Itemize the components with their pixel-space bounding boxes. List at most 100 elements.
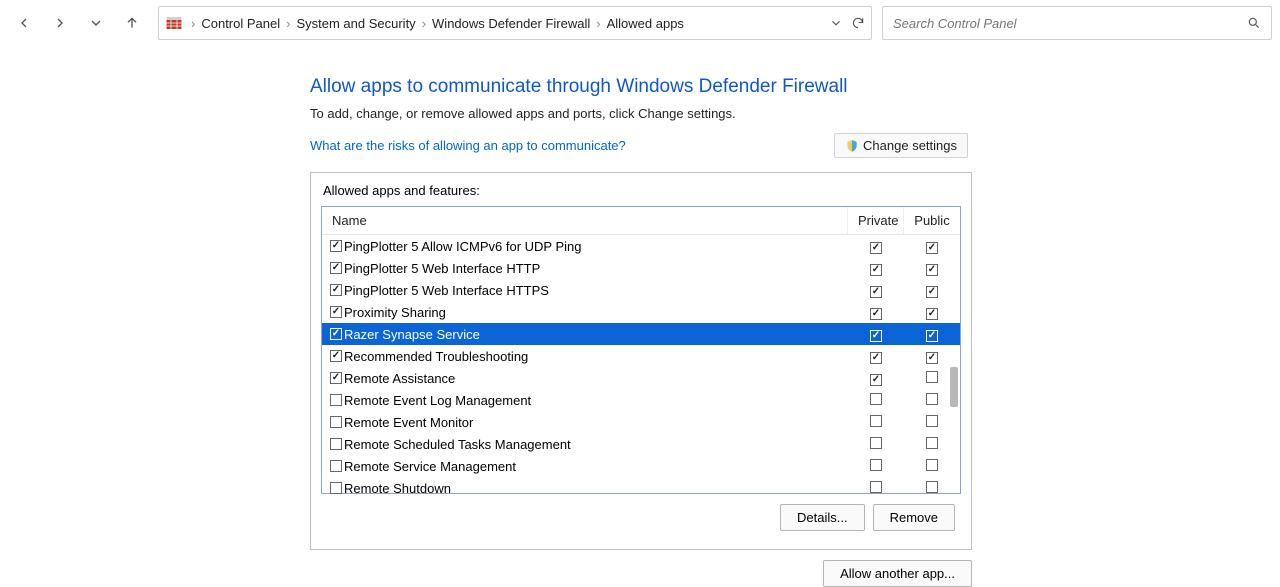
- private-checkbox[interactable]: [870, 286, 882, 298]
- group-label: Allowed apps and features:: [321, 183, 965, 198]
- private-checkbox[interactable]: [870, 308, 882, 320]
- private-checkbox[interactable]: [870, 242, 882, 254]
- enabled-checkbox[interactable]: [330, 240, 342, 252]
- allowed-apps-groupbox: Allowed apps and features: Name Private …: [310, 172, 972, 550]
- public-checkbox[interactable]: [926, 371, 938, 383]
- table-row[interactable]: Recommended Troubleshooting: [322, 345, 960, 367]
- scrollbar-thumb[interactable]: [950, 367, 958, 407]
- private-checkbox[interactable]: [870, 415, 882, 427]
- enabled-checkbox[interactable]: [330, 460, 342, 472]
- private-checkbox[interactable]: [870, 330, 882, 342]
- public-checkbox[interactable]: [926, 481, 938, 493]
- arrow-right-icon: [52, 15, 68, 31]
- breadcrumb-item[interactable]: System and Security: [292, 16, 419, 31]
- app-name: Razer Synapse Service: [344, 327, 480, 342]
- change-settings-button[interactable]: Change settings: [834, 133, 968, 158]
- change-settings-label: Change settings: [863, 138, 957, 153]
- table-row[interactable]: Remote Event Log Management: [322, 389, 960, 411]
- app-name: Remote Scheduled Tasks Management: [344, 437, 571, 452]
- public-checkbox[interactable]: [926, 437, 938, 449]
- public-checkbox[interactable]: [926, 393, 938, 405]
- arrow-left-icon: [16, 15, 32, 31]
- back-button[interactable]: [8, 7, 40, 39]
- chevron-right-icon: ›: [420, 16, 428, 31]
- page-description: To add, change, or remove allowed apps a…: [310, 106, 970, 121]
- search-input[interactable]: [893, 16, 1247, 31]
- private-checkbox[interactable]: [870, 481, 882, 493]
- enabled-checkbox[interactable]: [330, 284, 342, 296]
- chevron-down-icon[interactable]: [829, 16, 843, 30]
- table-row[interactable]: Remote Service Management: [322, 455, 960, 477]
- arrow-up-icon: [124, 15, 140, 31]
- app-name: Remote Event Log Management: [344, 393, 531, 408]
- recent-dropdown-button[interactable]: [80, 7, 112, 39]
- main-content: Allow apps to communicate through Window…: [0, 46, 970, 587]
- app-name: PingPlotter 5 Web Interface HTTP: [344, 261, 540, 276]
- risks-link[interactable]: What are the risks of allowing an app to…: [310, 138, 626, 153]
- enabled-checkbox[interactable]: [330, 328, 342, 340]
- enabled-checkbox[interactable]: [330, 482, 342, 494]
- list-body[interactable]: PingPlotter 5 Allow ICMPv6 for UDP Ping P…: [322, 235, 960, 495]
- private-checkbox[interactable]: [870, 459, 882, 471]
- details-button[interactable]: Details...: [780, 504, 865, 531]
- enabled-checkbox[interactable]: [330, 394, 342, 406]
- allowed-apps-list[interactable]: Name Private Public PingPlotter 5 Allow …: [321, 206, 961, 494]
- table-row[interactable]: Remote Shutdown: [322, 477, 960, 495]
- chevron-right-icon: ›: [189, 16, 197, 31]
- public-checkbox[interactable]: [926, 308, 938, 320]
- search-bar[interactable]: [882, 6, 1272, 40]
- table-row[interactable]: Razer Synapse Service: [322, 323, 960, 345]
- breadcrumb-item[interactable]: Allowed apps: [603, 16, 688, 31]
- public-checkbox[interactable]: [926, 242, 938, 254]
- table-row[interactable]: Remote Event Monitor: [322, 411, 960, 433]
- app-name: Remote Event Monitor: [344, 415, 473, 430]
- shield-icon: [845, 139, 859, 153]
- enabled-checkbox[interactable]: [330, 306, 342, 318]
- app-name: Remote Shutdown: [344, 481, 451, 496]
- public-checkbox[interactable]: [926, 286, 938, 298]
- remove-button[interactable]: Remove: [873, 504, 955, 531]
- table-row[interactable]: Proximity Sharing: [322, 301, 960, 323]
- enabled-checkbox[interactable]: [330, 438, 342, 450]
- breadcrumb-item[interactable]: Windows Defender Firewall: [428, 16, 594, 31]
- table-row[interactable]: Remote Scheduled Tasks Management: [322, 433, 960, 455]
- top-navigation-bar: › Control Panel › System and Security › …: [0, 0, 1280, 46]
- page-title: Allow apps to communicate through Window…: [310, 76, 970, 98]
- public-checkbox[interactable]: [926, 415, 938, 427]
- enabled-checkbox[interactable]: [330, 416, 342, 428]
- public-checkbox[interactable]: [926, 330, 938, 342]
- refresh-icon[interactable]: [851, 16, 865, 30]
- table-row[interactable]: PingPlotter 5 Web Interface HTTPS: [322, 279, 960, 301]
- private-checkbox[interactable]: [870, 352, 882, 364]
- private-checkbox[interactable]: [870, 374, 882, 386]
- chevron-right-icon: ›: [594, 16, 602, 31]
- breadcrumb: › Control Panel › System and Security › …: [189, 16, 829, 31]
- private-checkbox[interactable]: [870, 264, 882, 276]
- app-name: Recommended Troubleshooting: [344, 349, 528, 364]
- breadcrumb-item[interactable]: Control Panel: [197, 16, 284, 31]
- column-name[interactable]: Name: [322, 207, 848, 234]
- column-public[interactable]: Public: [904, 207, 960, 234]
- allow-another-app-button[interactable]: Allow another app...: [823, 560, 972, 587]
- private-checkbox[interactable]: [870, 437, 882, 449]
- enabled-checkbox[interactable]: [330, 372, 342, 384]
- table-row[interactable]: PingPlotter 5 Web Interface HTTP: [322, 257, 960, 279]
- forward-button[interactable]: [44, 7, 76, 39]
- public-checkbox[interactable]: [926, 352, 938, 364]
- enabled-checkbox[interactable]: [330, 350, 342, 362]
- list-header: Name Private Public: [322, 207, 960, 235]
- column-private[interactable]: Private: [848, 207, 904, 234]
- firewall-icon: [165, 14, 183, 32]
- address-bar[interactable]: › Control Panel › System and Security › …: [158, 6, 872, 40]
- search-icon[interactable]: [1247, 16, 1261, 30]
- table-row[interactable]: PingPlotter 5 Allow ICMPv6 for UDP Ping: [322, 235, 960, 257]
- public-checkbox[interactable]: [926, 459, 938, 471]
- app-name: PingPlotter 5 Web Interface HTTPS: [344, 283, 549, 298]
- table-row[interactable]: Remote Assistance: [322, 367, 960, 389]
- up-button[interactable]: [116, 7, 148, 39]
- private-checkbox[interactable]: [870, 393, 882, 405]
- public-checkbox[interactable]: [926, 264, 938, 276]
- enabled-checkbox[interactable]: [330, 262, 342, 274]
- chevron-down-icon: [88, 15, 104, 31]
- app-name: PingPlotter 5 Allow ICMPv6 for UDP Ping: [344, 239, 581, 254]
